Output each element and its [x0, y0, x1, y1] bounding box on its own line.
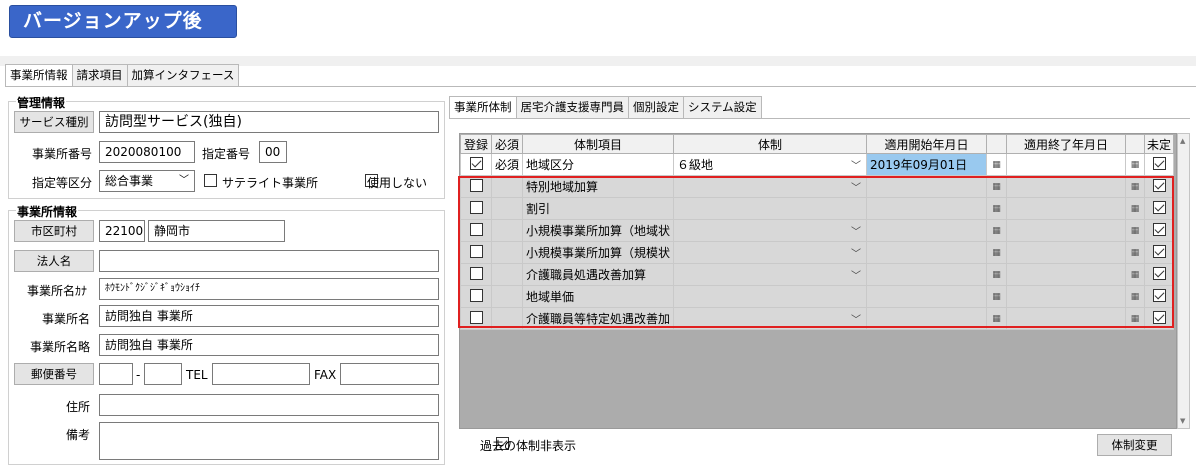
- col-required: 必須: [490, 134, 524, 154]
- col-start-date: 適用開始年月日: [866, 134, 988, 154]
- tab-addition-interface[interactable]: 加算インタフェース: [126, 64, 240, 86]
- highlight-box: [458, 176, 1174, 328]
- tel-field[interactable]: [212, 363, 310, 385]
- designation-class-label: 指定等区分: [32, 176, 93, 190]
- fax-label: FAX: [314, 368, 337, 382]
- item-cell: 地域区分: [522, 153, 675, 176]
- tab-billing-items[interactable]: 請求項目: [71, 64, 128, 86]
- office-no-field[interactable]: 2020080100: [99, 141, 195, 163]
- service-type-button[interactable]: サービス種別: [14, 111, 94, 133]
- calendar-icon[interactable]: ▦: [1125, 153, 1146, 176]
- calendar-icon[interactable]: ▦: [986, 153, 1008, 176]
- scroll-up-icon[interactable]: ▲: [1180, 137, 1185, 145]
- col-start-cal: [986, 134, 1008, 154]
- grid-scrollbar[interactable]: ▲ ▼: [1177, 133, 1190, 429]
- office-section-title: 事業所情報: [16, 203, 79, 220]
- end-date-cell[interactable]: [1006, 153, 1127, 176]
- col-item: 体制項目: [522, 134, 675, 154]
- main-tabs: 事業所情報 請求項目 加算インタフェース: [5, 64, 240, 87]
- col-register: 登録: [460, 134, 492, 154]
- value-cell[interactable]: ６級地 ﹀: [673, 153, 868, 176]
- zip-first-field[interactable]: [99, 363, 133, 385]
- tab-individual-settings[interactable]: 個別設定: [628, 96, 684, 118]
- col-end-cal: [1125, 134, 1146, 154]
- tab-office-system[interactable]: 事業所体制: [449, 96, 517, 119]
- address-field[interactable]: [99, 394, 439, 416]
- tab-care-manager[interactable]: 居宅介護支援専門員: [515, 96, 629, 118]
- col-undecided: 未定: [1144, 134, 1175, 154]
- unused-label: 使用しない: [367, 176, 428, 190]
- office-short-field[interactable]: 訪問独自 事業所: [99, 334, 439, 356]
- chevron-down-icon[interactable]: ﹀: [851, 157, 861, 172]
- designation-class-value: 総合事業: [105, 174, 154, 188]
- corporation-button[interactable]: 法人名: [14, 250, 94, 272]
- satellite-checkbox[interactable]: [204, 174, 217, 187]
- col-value: 体制: [673, 134, 868, 154]
- designation-no-field[interactable]: 00: [259, 141, 287, 163]
- note-field[interactable]: [99, 422, 439, 460]
- city-button[interactable]: 市区町村: [14, 220, 94, 242]
- tab-office-info[interactable]: 事業所情報: [5, 64, 73, 87]
- required-cell: 必須: [490, 153, 524, 176]
- zip-dash: -: [136, 368, 141, 382]
- zip-button[interactable]: 郵便番号: [14, 363, 94, 385]
- kana-label: 事業所名ｶﾅ: [27, 284, 88, 298]
- note-label: 備考: [66, 428, 91, 442]
- col-end-date: 適用終了年月日: [1006, 134, 1127, 154]
- office-name-field[interactable]: 訪問独自 事業所: [99, 305, 439, 327]
- register-checkbox[interactable]: [469, 156, 483, 170]
- undecided-cell[interactable]: [1144, 153, 1175, 176]
- table-row[interactable]: 必須 地域区分 ６級地 ﹀ 2019年09月01日 ▦ ▦: [460, 153, 1175, 176]
- satellite-label: サテライト事業所: [222, 176, 319, 190]
- grid-header-row: 登録 必須 体制項目 体制 適用開始年月日 適用終了年月日 未定: [460, 134, 1175, 154]
- hide-past-label: 過去の体制非表示: [480, 439, 577, 453]
- register-cell[interactable]: [460, 153, 492, 176]
- office-name-label: 事業所名: [42, 312, 91, 326]
- right-tabs: 事業所体制 居宅介護支援専門員 個別設定 システム設定: [449, 96, 762, 119]
- address-label: 住所: [66, 400, 91, 414]
- kana-field[interactable]: ﾎｳﾓﾝﾄﾞｸｼﾞｼﾞｷﾞｮｳｼｮｲﾁ: [99, 278, 439, 300]
- tab-system-settings[interactable]: システム設定: [683, 96, 762, 118]
- city-name-field[interactable]: 静岡市: [148, 220, 285, 242]
- undecided-checkbox[interactable]: [1152, 156, 1166, 170]
- chevron-down-icon: ﹀: [179, 175, 189, 186]
- scroll-down-icon[interactable]: ▼: [1180, 417, 1185, 425]
- office-no-label: 事業所番号: [32, 147, 93, 161]
- fax-field[interactable]: [340, 363, 439, 385]
- change-system-button[interactable]: 体制変更: [1097, 434, 1172, 456]
- start-date-cell[interactable]: 2019年09月01日: [866, 153, 988, 176]
- corporation-name-field[interactable]: [99, 250, 439, 272]
- service-type-field[interactable]: 訪問型サービス(独自): [99, 111, 439, 133]
- office-short-label: 事業所名略: [30, 340, 91, 354]
- city-code-field[interactable]: 22100: [99, 220, 145, 242]
- tel-label: TEL: [186, 368, 208, 382]
- designation-no-label: 指定番号: [202, 147, 251, 161]
- value-text: ６級地: [677, 158, 714, 172]
- mgmt-section-title: 管理情報: [16, 94, 67, 111]
- zip-second-field[interactable]: [144, 363, 182, 385]
- designation-class-select[interactable]: 総合事業 ﹀: [99, 170, 195, 192]
- page-banner: バージョンアップ後: [9, 5, 237, 38]
